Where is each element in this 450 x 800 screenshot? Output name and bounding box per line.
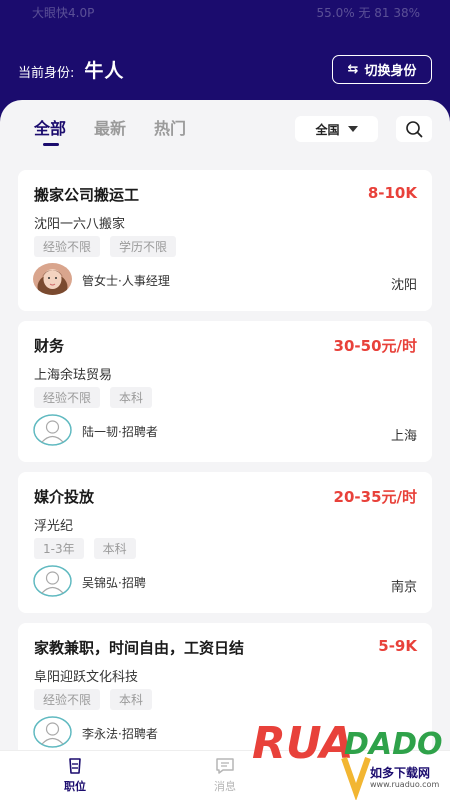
watermark-subtitle: 如多下载网 — [370, 766, 431, 780]
job-tag: 1-3年 — [34, 538, 84, 559]
identity-value: 牛人 — [84, 60, 125, 82]
tab-hot[interactable]: 热门 — [154, 115, 186, 139]
recruiter-name: 李永法·招聘者 — [82, 727, 158, 741]
message-icon — [216, 758, 234, 774]
job-salary: 8-10K — [367, 184, 417, 202]
briefcase-icon — [69, 758, 81, 774]
svg-text:DADO: DADO — [344, 727, 443, 762]
recruiter-name: 管女士·人事经理 — [82, 274, 170, 288]
job-city: 沈阳 — [390, 278, 417, 293]
recruiter-avatar — [33, 565, 72, 597]
job-card[interactable]: 搬家公司搬运工 8-10K 沈阳一六八搬家 经验不限 学历不限 管女士·人事经理… — [18, 170, 432, 311]
job-tag: 经验不限 — [34, 387, 101, 408]
watermark-logo: RUA DADO 如多下载网 www.ruaduo.com — [252, 714, 448, 800]
tab-all[interactable]: 全部 — [34, 115, 66, 146]
nav-label-messages: 消息 — [214, 780, 236, 793]
svg-text:RUA: RUA — [252, 718, 354, 769]
job-tabs: 全部 最新 热门 — [34, 115, 186, 146]
search-button[interactable] — [396, 116, 432, 142]
recruiter-name: 吴锦弘·招聘 — [82, 576, 146, 590]
region-select[interactable]: 全国 — [295, 116, 378, 142]
recruiter-name: 陆一韧·招聘者 — [82, 425, 158, 439]
job-card[interactable]: 媒介投放 20-35元/时 浮光纪 1-3年 本科 吴锦弘·招聘 南京 — [18, 472, 432, 613]
tab-latest[interactable]: 最新 — [94, 115, 126, 139]
job-city: 南京 — [390, 580, 417, 595]
job-company: 沈阳一六八搬家 — [34, 217, 126, 232]
recruiter-avatar — [33, 716, 72, 748]
nav-item-messages[interactable]: 消息 — [195, 757, 255, 794]
current-identity: 当前身份: 牛人 — [18, 56, 124, 83]
nav-label-jobs: 职位 — [64, 780, 86, 793]
job-salary: 5-9K — [378, 637, 417, 655]
job-city: 上海 — [390, 429, 417, 444]
switch-icon: ⇆ — [347, 62, 359, 77]
job-salary: 30-50元/时 — [333, 337, 417, 355]
status-bar: 大眼快4.0P 55.0% 无 81 38% — [32, 4, 420, 22]
job-tags: 1-3年 本科 — [34, 538, 136, 559]
search-icon — [406, 121, 423, 138]
region-value: 全国 — [315, 122, 340, 137]
job-tag: 本科 — [110, 689, 153, 710]
job-title: 财务 — [34, 337, 65, 355]
job-tags: 经验不限 本科 — [34, 689, 153, 710]
job-tag: 学历不限 — [110, 236, 177, 257]
job-company: 浮光纪 — [34, 519, 74, 534]
job-company: 阜阳迎跃文化科技 — [34, 670, 139, 685]
job-tag: 本科 — [110, 387, 153, 408]
job-company: 上海余珐贸易 — [34, 368, 113, 383]
status-right: 55.0% 无 81 38% — [316, 6, 420, 20]
job-title: 搬家公司搬运工 — [34, 186, 140, 204]
recruiter-avatar — [33, 414, 72, 446]
job-title: 媒介投放 — [34, 488, 95, 506]
watermark-url: www.ruaduo.com — [370, 780, 440, 789]
switch-identity-label: 切换身份 — [364, 64, 417, 79]
job-tag: 经验不限 — [34, 236, 101, 257]
caret-down-icon — [347, 126, 358, 132]
job-tags: 经验不限 学历不限 — [34, 236, 177, 257]
job-salary: 20-35元/时 — [333, 488, 417, 506]
job-tags: 经验不限 本科 — [34, 387, 153, 408]
identity-label: 当前身份: — [18, 66, 75, 81]
job-tag: 经验不限 — [34, 689, 101, 710]
job-card[interactable]: 财务 30-50元/时 上海余珐贸易 经验不限 本科 陆一韧·招聘者 上海 — [18, 321, 432, 462]
job-title: 家教兼职，时间自由，工资日结 — [34, 639, 245, 657]
status-left: 大眼快4.0P — [32, 6, 95, 20]
nav-item-jobs[interactable]: 职位 — [45, 757, 105, 794]
job-tag: 本科 — [93, 538, 136, 559]
recruiter-avatar — [33, 263, 72, 295]
switch-identity-button[interactable]: ⇆ 切换身份 — [332, 55, 432, 84]
